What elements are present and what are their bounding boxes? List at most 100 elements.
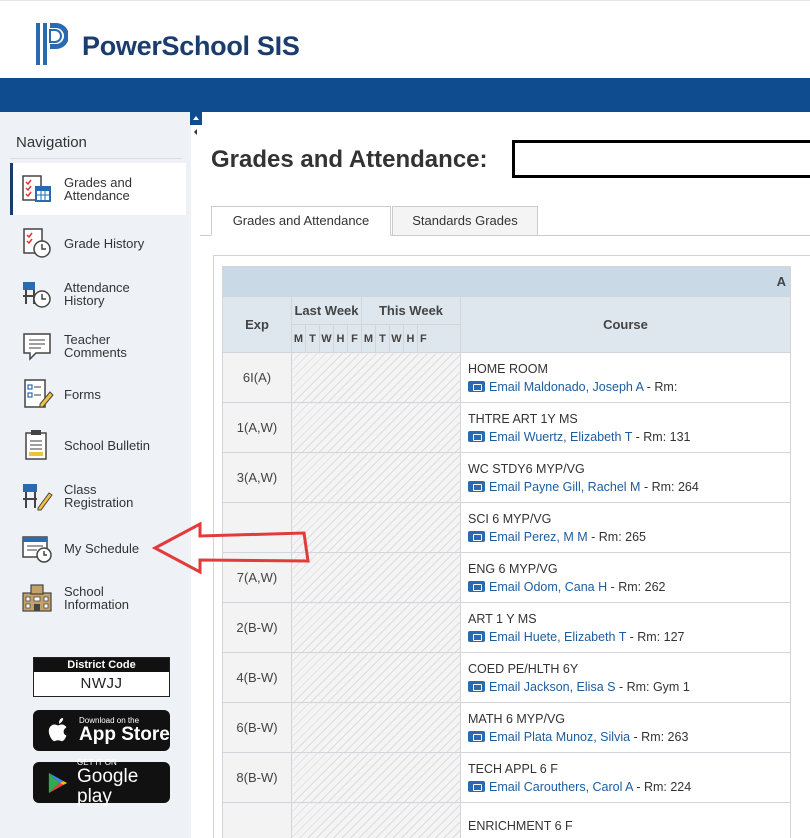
- brand-title: PowerSchool SIS: [82, 31, 300, 61]
- email-teacher-link[interactable]: Email Jackson, Elisa S: [489, 680, 615, 694]
- course-name: ENG 6 MYP/VG: [468, 561, 558, 576]
- email-icon[interactable]: [468, 580, 485, 592]
- teacher-name: Carouthers, Carol A: [523, 779, 633, 794]
- email-icon[interactable]: [468, 730, 485, 742]
- teacher-line: Email Huete, Elizabeth T - Rm: 127: [468, 630, 790, 644]
- collapse-sidebar-icon[interactable]: [190, 111, 202, 141]
- google-play-badge[interactable]: GET IT ON Google play: [33, 758, 170, 807]
- exp-cell: 4(B-W): [222, 652, 292, 703]
- last-week-header: Last Week: [291, 296, 362, 325]
- day-header: H: [333, 324, 348, 353]
- course-name: COED PE/HLTH 6Y: [468, 661, 579, 676]
- teacher-name: Wuertz, Elizabeth T: [523, 429, 633, 444]
- exp-header: Exp: [222, 296, 292, 353]
- sidebar-item-label: Grade History: [64, 235, 145, 251]
- email-teacher-link[interactable]: Email Plata Munoz, Silvia: [489, 730, 630, 744]
- attendance-cell: [291, 552, 461, 603]
- day-header: F: [347, 324, 362, 353]
- email-label: Email: [489, 429, 521, 444]
- attendance-cell: [291, 652, 461, 703]
- room-number: - Rm: Gym 1: [615, 679, 690, 694]
- room-number: - Rm: 264: [640, 479, 699, 494]
- sidebar-item-label: Grades and Attendance: [64, 175, 132, 203]
- email-teacher-link[interactable]: Email Wuertz, Elizabeth T: [489, 430, 632, 444]
- room-number: - Rm: 265: [587, 529, 647, 544]
- day-header: F: [417, 324, 461, 353]
- exp-cell: 3(A,W): [222, 452, 292, 503]
- powerschool-logo-icon: [36, 23, 68, 65]
- email-teacher-link[interactable]: Email Perez, M M: [489, 530, 588, 544]
- tab-grades-attendance[interactable]: Grades and Attendance: [211, 206, 391, 236]
- day-header: M: [361, 324, 376, 353]
- email-icon[interactable]: [468, 680, 485, 692]
- course-cell: ENG 6 MYP/VG Email Odom, Cana H - Rm: 262: [460, 552, 791, 603]
- room-number: - Rm: 131: [632, 429, 691, 444]
- teacher-name: Perez, M M: [523, 529, 588, 544]
- top-nav-bar: [0, 78, 810, 112]
- sidebar-item-school-bulletin[interactable]: School Bulletin: [10, 419, 186, 471]
- sidebar-item-attendance-history[interactable]: Attendance History: [10, 268, 186, 320]
- teacher-line: Email Carouthers, Carol A - Rm: 224: [468, 780, 790, 794]
- teacher-name: Jackson, Elisa S: [523, 679, 616, 694]
- attendance-cell: [291, 452, 461, 503]
- email-icon[interactable]: [468, 630, 485, 642]
- room-number: - Rm: 263: [630, 729, 689, 744]
- grades-table-body: 6I(A) HOME ROOM Email Maldonado, Joseph A …: [222, 352, 791, 838]
- course-cell: TECH APPL 6 F Email Carouthers, Carol A -…: [460, 752, 791, 803]
- my-schedule-icon: [22, 536, 52, 563]
- course-cell: ENRICHMENT 6 F: [460, 802, 791, 838]
- room-number: - Rm: 127: [626, 629, 685, 644]
- school-information-icon: [22, 584, 52, 612]
- attendance-cell: [291, 802, 461, 838]
- grades-attendance-icon: [22, 175, 51, 202]
- table-row: ENRICHMENT 6 F: [222, 802, 791, 838]
- email-icon[interactable]: [468, 480, 485, 492]
- grade-history-icon: [23, 228, 51, 258]
- sidebar-item-forms[interactable]: Forms: [10, 368, 186, 420]
- exp-cell: 6I(A): [222, 352, 292, 403]
- day-header: H: [403, 324, 418, 353]
- teacher-line: Email Jackson, Elisa S - Rm: Gym 1: [468, 680, 790, 694]
- course-cell: THTRE ART 1Y MS Email Wuertz, Elizabeth T…: [460, 402, 791, 453]
- teacher-name: Plata Munoz, Silvia: [523, 729, 631, 744]
- app-store-badge[interactable]: Download on the App Store: [33, 710, 170, 751]
- email-icon[interactable]: [468, 530, 485, 542]
- sidebar-item-grades-attendance[interactable]: Grades and Attendance: [10, 163, 186, 215]
- course-name: ART 1 Y MS: [468, 611, 537, 626]
- app-header: PowerSchool SIS: [0, 0, 810, 78]
- email-icon[interactable]: [468, 380, 485, 392]
- tab-standards-grades[interactable]: Standards Grades: [392, 206, 538, 236]
- day-header: T: [375, 324, 390, 353]
- email-icon[interactable]: [468, 780, 485, 792]
- course-cell: COED PE/HLTH 6Y Email Jackson, Elisa S - …: [460, 652, 791, 703]
- email-teacher-link[interactable]: Email Payne Gill, Rachel M: [489, 480, 640, 494]
- room-number: - Rm:: [643, 379, 678, 394]
- teacher-name: Payne Gill, Rachel M: [523, 479, 641, 494]
- teacher-line: Email Payne Gill, Rachel M - Rm: 264: [468, 480, 790, 494]
- table-header-row: Exp Last Week This Week Course: [222, 296, 791, 353]
- this-week-header: This Week: [361, 296, 461, 325]
- attendance-cell: [291, 402, 461, 453]
- sidebar-item-grade-history[interactable]: Grade History: [10, 217, 186, 269]
- course-name: SCI 6 MYP/VG: [468, 511, 552, 526]
- email-teacher-link[interactable]: Email Odom, Cana H: [489, 580, 607, 594]
- sidebar-item-school-information[interactable]: School Information: [10, 572, 186, 624]
- email-icon[interactable]: [468, 430, 485, 442]
- email-label: Email: [489, 579, 521, 594]
- sidebar-item-label: Teacher Comments: [64, 332, 127, 360]
- email-teacher-link[interactable]: Email Huete, Elizabeth T: [489, 630, 626, 644]
- sidebar-item-label: My Schedule: [64, 540, 140, 556]
- email-teacher-link[interactable]: Email Maldonado, Joseph A: [489, 380, 643, 394]
- band-label: A: [222, 266, 791, 297]
- teacher-line: Email Wuertz, Elizabeth T - Rm: 131: [468, 430, 790, 444]
- teacher-name: Maldonado, Joseph A: [523, 379, 644, 394]
- sidebar-item-teacher-comments[interactable]: Teacher Comments: [10, 320, 186, 372]
- teacher-line: Email Perez, M M - Rm: 265: [468, 530, 790, 544]
- table-row: 1(A,W) THTRE ART 1Y MS Email Wuertz, Eliza…: [222, 402, 791, 453]
- course-name: TECH APPL 6 F: [468, 761, 558, 776]
- email-label: Email: [489, 479, 521, 494]
- attendance-cell: [291, 502, 461, 553]
- sidebar-item-class-registration[interactable]: Class Registration: [10, 470, 186, 522]
- exp-cell: 1(A,W): [222, 402, 292, 453]
- email-teacher-link[interactable]: Email Carouthers, Carol A: [489, 780, 633, 794]
